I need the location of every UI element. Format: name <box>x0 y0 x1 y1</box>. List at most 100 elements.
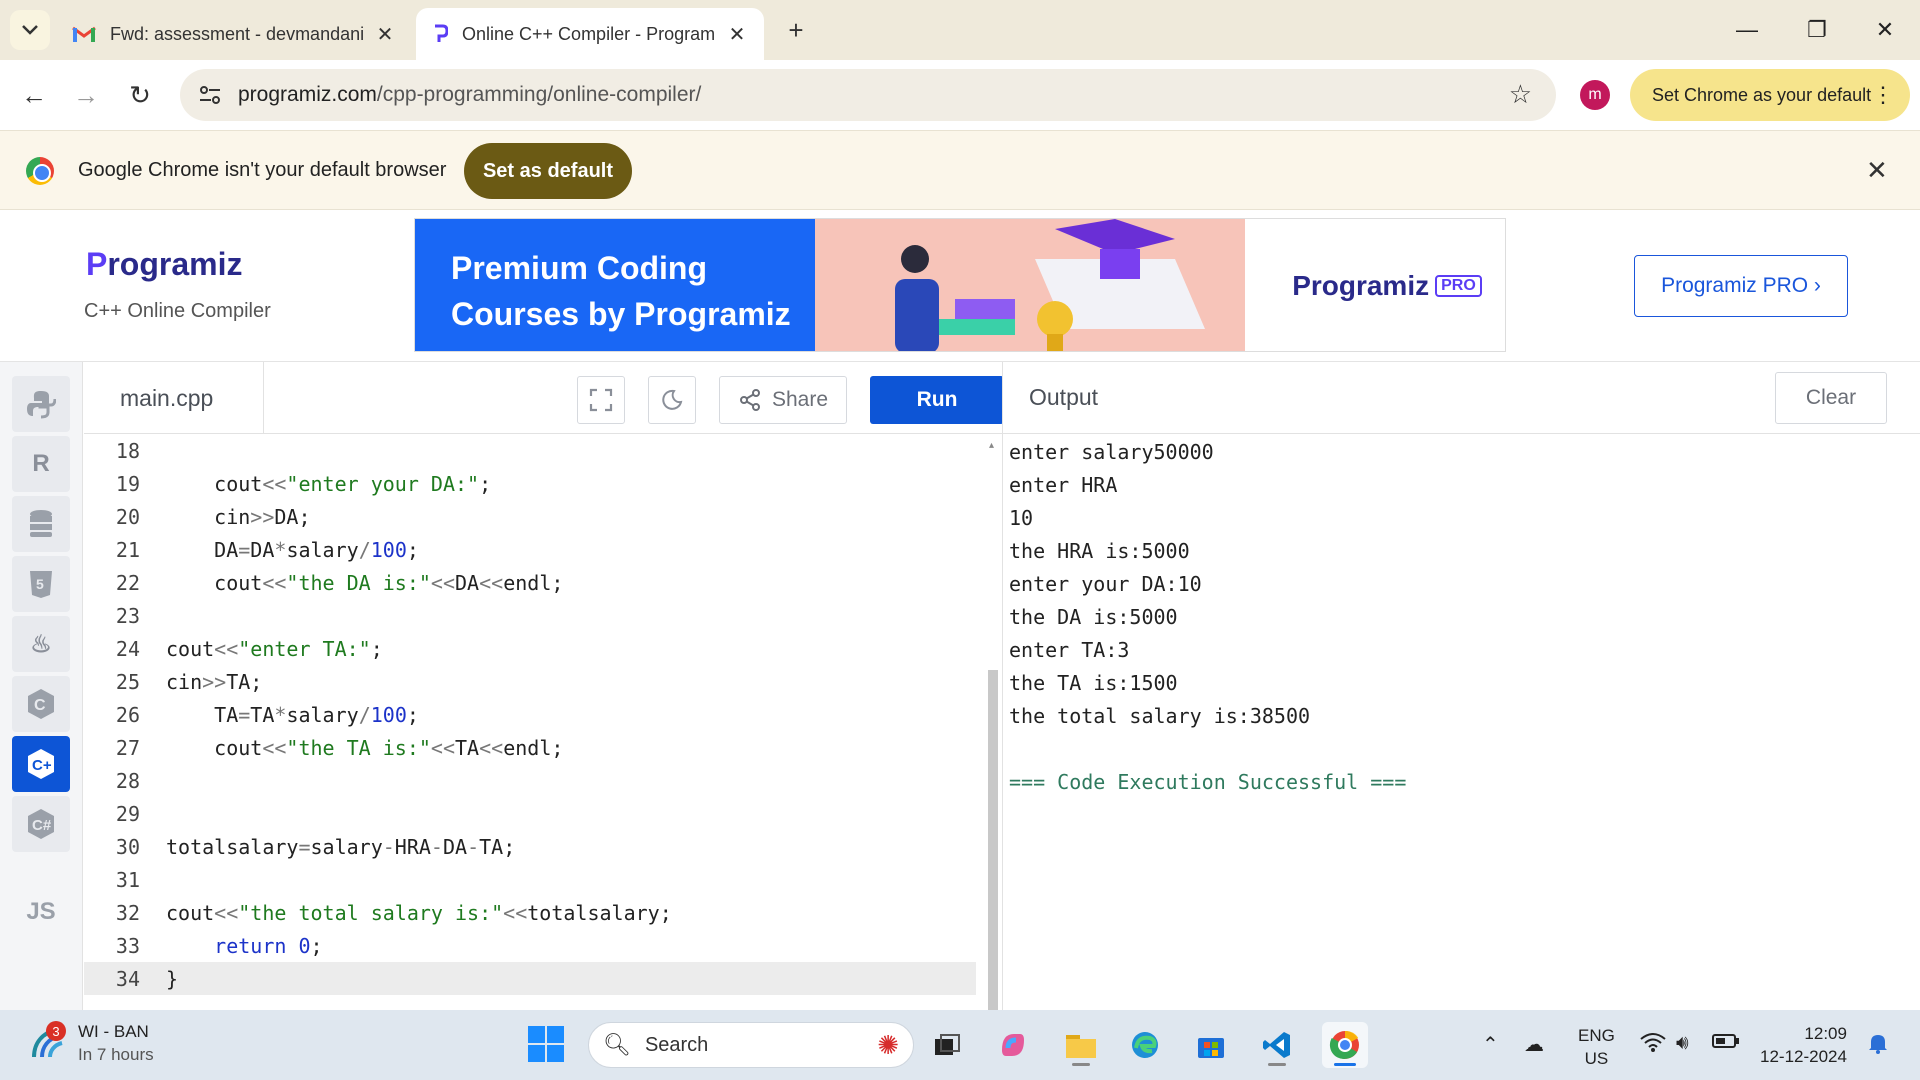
code-text: cout<<"the total salary is:"<<totalsalar… <box>166 900 672 925</box>
set-chrome-default-chip[interactable]: Set Chrome as your default ⋮ <box>1630 69 1910 121</box>
battery-icon[interactable] <box>1712 1032 1740 1056</box>
more-vert-icon[interactable]: ⋮ <box>1872 82 1894 108</box>
code-line[interactable]: 28 <box>84 764 976 797</box>
url-text[interactable]: programiz.com/cpp-programming/online-com… <box>238 83 701 107</box>
chrome-logo-icon <box>26 157 54 185</box>
profile-avatar[interactable]: m <box>1580 80 1610 110</box>
banner-illustration <box>895 219 1205 351</box>
clear-button[interactable]: Clear <box>1775 372 1887 424</box>
line-number: 34 <box>115 966 140 991</box>
code-text: cin>>DA; <box>166 504 311 529</box>
reload-button[interactable]: ↻ <box>118 73 162 117</box>
taskbar-search[interactable]: 🔍︎ Search ✺ <box>588 1022 914 1068</box>
code-line[interactable]: 25 cin>>TA; <box>84 665 976 698</box>
line-number: 19 <box>115 471 140 496</box>
code-line[interactable]: 19 cout<<"enter your DA:"; <box>84 467 976 500</box>
code-line[interactable]: 29 <box>84 797 976 830</box>
svg-text:C+: C+ <box>32 757 52 774</box>
forward-button[interactable]: → <box>64 73 108 117</box>
code-line[interactable]: 33 return 0; <box>84 929 976 962</box>
banner-headline: Premium Coding Courses by Programiz <box>451 250 791 332</box>
code-line[interactable]: 20 cin>>DA; <box>84 500 976 533</box>
code-line[interactable]: 32 cout<<"the total salary is:"<<totalsal… <box>84 896 976 929</box>
plus-icon: + <box>788 14 804 45</box>
tab-programiz[interactable]: Online C++ Compiler - Program ✕ <box>416 8 764 60</box>
code-line[interactable]: 24 cout<<"enter TA:"; <box>84 632 976 665</box>
edge-icon[interactable] <box>1122 1022 1168 1068</box>
banner-ad[interactable]: Premium Coding Courses by Programiz Prog… <box>414 218 1506 352</box>
vscode-icon[interactable] <box>1254 1022 1300 1068</box>
cpp-icon[interactable]: C+ <box>12 736 70 792</box>
copilot-icon[interactable] <box>990 1022 1036 1068</box>
line-number: 22 <box>115 570 140 595</box>
share-label: Share <box>771 388 829 411</box>
code-line[interactable]: 30 totalsalary=salary-HRA-DA-TA; <box>84 830 976 863</box>
output-line: 10 <box>1009 506 1034 530</box>
code-line[interactable]: 31 <box>84 863 976 896</box>
microsoft-store-icon[interactable] <box>1188 1022 1234 1068</box>
system-clock[interactable]: 12:09 12-12-2024 <box>1760 1022 1847 1068</box>
onedrive-cloud-icon[interactable]: ☁︎ <box>1524 1032 1544 1057</box>
r-icon[interactable]: R <box>12 436 70 492</box>
restore-icon: ❐ <box>1807 17 1827 42</box>
dark-mode-button[interactable] <box>648 376 696 424</box>
chrome-icon[interactable] <box>1322 1022 1368 1068</box>
csharp-icon[interactable]: C# <box>12 796 70 852</box>
volume-icon[interactable]: 🔊︎ <box>1676 1032 1689 1055</box>
address-bar[interactable]: programiz.com/cpp-programming/online-com… <box>180 69 1556 121</box>
windows-start-icon[interactable] <box>528 1026 564 1062</box>
scroll-up-icon[interactable]: ▴ <box>989 440 994 451</box>
line-number: 18 <box>115 438 140 463</box>
line-number: 30 <box>115 834 140 859</box>
tab-gmail[interactable]: Fwd: assessment - devmandani ✕ <box>56 8 412 60</box>
scrollbar-thumb[interactable] <box>988 670 998 1010</box>
code-line[interactable]: 27 cout<<"the TA is:"<<TA<<endl; <box>84 731 976 764</box>
chevron-up-icon[interactable]: ⌃ <box>1482 1032 1499 1057</box>
run-button[interactable]: Run <box>870 376 1004 424</box>
wifi-icon[interactable] <box>1640 1032 1666 1058</box>
file-tab-main-cpp[interactable]: main.cpp <box>84 362 264 434</box>
notification-bell-icon[interactable] <box>1868 1032 1888 1060</box>
sql-icon[interactable] <box>12 496 70 552</box>
java-icon[interactable]: ♨ <box>12 616 70 672</box>
fullscreen-button[interactable] <box>577 376 625 424</box>
share-button[interactable]: Share <box>719 376 847 424</box>
code-line[interactable]: 22 cout<<"the DA is:"<<DA<<endl; <box>84 566 976 599</box>
c-icon[interactable]: C <box>12 676 70 732</box>
html-icon[interactable]: 5 <box>12 556 70 612</box>
editor-scrollbar[interactable]: ▴ <box>986 440 1000 1010</box>
close-window-button[interactable]: ✕ <box>1860 8 1910 52</box>
svg-text:5: 5 <box>36 576 44 592</box>
bookmark-star-icon[interactable]: ☆ <box>1509 79 1532 110</box>
python-icon[interactable] <box>12 376 70 432</box>
weather-widget[interactable]: 3 WI - BAN In 7 hours <box>28 1020 154 1066</box>
language-indicator[interactable]: ENG US <box>1578 1024 1615 1070</box>
restore-button[interactable]: ❐ <box>1792 8 1842 52</box>
code-line[interactable]: 23 <box>84 599 976 632</box>
new-tab-button[interactable]: + <box>780 14 812 46</box>
output-console[interactable]: enter salary50000 enter HRA 10 the HRA is:5… <box>1009 436 1406 799</box>
banner-brand: Programiz PRO <box>1267 219 1505 351</box>
set-as-default-button[interactable]: Set as default <box>464 143 632 199</box>
code-line[interactable]: 26 TA=TA*salary/100; <box>84 698 976 731</box>
programiz-pro-button[interactable]: Programiz PRO › <box>1634 255 1848 317</box>
browser-tab-strip: Fwd: assessment - devmandani ✕ Online C+… <box>0 0 1920 60</box>
close-tab-icon[interactable]: ✕ <box>374 22 396 47</box>
js-icon[interactable]: JS <box>12 856 70 926</box>
tab-search-button[interactable] <box>10 10 50 50</box>
code-text: DA=DA*salary/100; <box>166 537 419 562</box>
back-button[interactable]: ← <box>12 73 56 117</box>
code-line[interactable]: 21 DA=DA*salary/100; <box>84 533 976 566</box>
code-line[interactable]: 34} <box>84 962 976 995</box>
notification-badge: 3 <box>46 1021 66 1041</box>
file-explorer-icon[interactable] <box>1058 1022 1104 1068</box>
code-text: cin>>TA; <box>166 669 263 694</box>
programiz-logo[interactable]: Programiz <box>86 246 242 283</box>
code-area[interactable]: 18 19 cout<<"enter your DA:"; 20 cin>>DA; 2… <box>84 434 984 1010</box>
task-view-icon[interactable] <box>924 1022 970 1068</box>
close-tab-icon[interactable]: ✕ <box>726 22 748 47</box>
close-icon[interactable]: ✕ <box>1866 155 1888 186</box>
site-settings-icon[interactable] <box>190 75 230 115</box>
code-line[interactable]: 18 <box>84 434 976 467</box>
minimize-button[interactable]: — <box>1722 8 1772 52</box>
